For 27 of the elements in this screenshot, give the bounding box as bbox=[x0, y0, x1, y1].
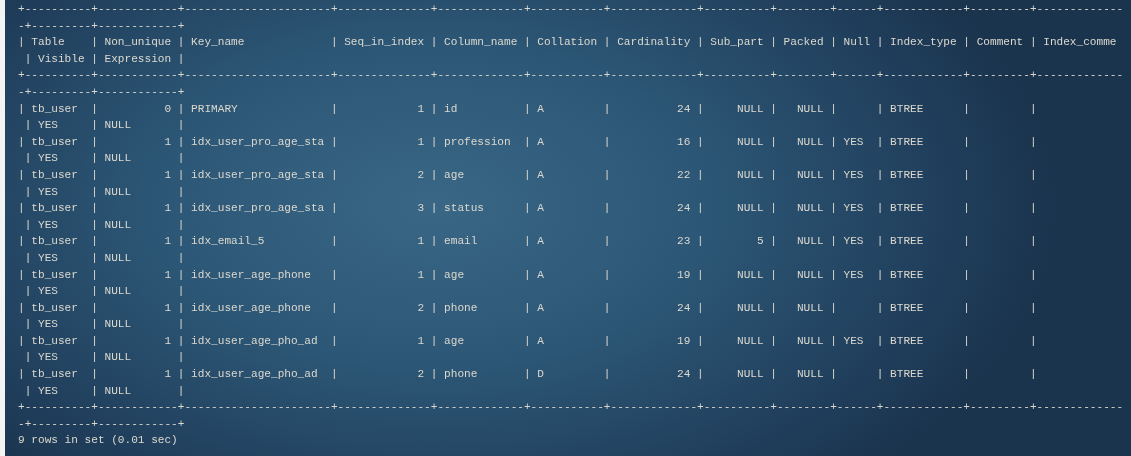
terminal-line: | YES | NULL | bbox=[23, 284, 185, 300]
terminal-line: | YES | NULL | bbox=[23, 350, 185, 366]
terminal-line: | YES | NULL | bbox=[23, 217, 185, 233]
terminal-line: | tb_user | 1 | idx_user_pro_age_sta | 3 | status | A | 24 | NULL | NULL | YES | BTREE | | bbox=[18, 201, 1037, 217]
terminal-line: | YES | NULL | bbox=[23, 250, 185, 266]
terminal-line: -+---------+------------+ bbox=[18, 84, 185, 100]
terminal-line: | tb_user | 1 | idx_user_age_pho_ad | 1 | age | A | 19 | NULL | NULL | YES | BTREE | | bbox=[18, 333, 1037, 349]
terminal-line: | Table | Non_unique | Key_name | Seq_in_index | Column_name | Collation | Cardinality | Sub_part | Packed | Null | Index_type | Comment | Index_comme bbox=[18, 35, 1117, 51]
terminal-line: | tb_user | 1 | idx_user_pro_age_sta | 1 | profession | A | 16 | NULL | NULL | YES | BTREE | | bbox=[18, 134, 1037, 150]
terminal-line: | Visible | Expression | bbox=[23, 51, 185, 67]
terminal-line: | YES | NULL | bbox=[23, 118, 185, 134]
terminal-line: +----------+------------+----------------------+--------------+-------------+-----------+-------------+----------+--------+------+------------+---------+------------- bbox=[18, 68, 1124, 84]
terminal-line: | tb_user | 0 | PRIMARY | 1 | id | A | 24 | NULL | NULL | | BTREE | | bbox=[18, 101, 1037, 117]
terminal-line: | tb_user | 1 | idx_user_age_phone | 1 | age | A | 19 | NULL | NULL | YES | BTREE | | bbox=[18, 267, 1037, 283]
terminal-line: +----------+------------+----------------------+--------------+-------------+-----------+-------------+----------+--------+------+------------+---------+------------- bbox=[18, 400, 1124, 416]
terminal-line: | tb_user | 1 | idx_user_age_pho_ad | 2 | phone | D | 24 | NULL | NULL | | BTREE | | bbox=[18, 367, 1037, 383]
terminal-line: 9 rows in set (0.01 sec) bbox=[18, 433, 178, 449]
terminal-line: | tb_user | 1 | idx_email_5 | 1 | email | A | 23 | 5 | NULL | YES | BTREE | | bbox=[18, 234, 1037, 250]
terminal-line: | YES | NULL | bbox=[23, 383, 185, 399]
terminal-line: | YES | NULL | bbox=[23, 317, 185, 333]
terminal-line: | tb_user | 1 | idx_user_age_phone | 2 | phone | A | 24 | NULL | NULL | | BTREE | | bbox=[18, 300, 1037, 316]
terminal-line: -+---------+------------+ bbox=[18, 416, 185, 432]
terminal-line: +----------+------------+----------------------+--------------+-------------+-----------+-------------+----------+--------+------+------------+---------+------------- bbox=[18, 2, 1124, 17]
terminal-line: | tb_user | 1 | idx_user_pro_age_sta | 2 | age | A | 22 | NULL | NULL | YES | BTREE | | bbox=[18, 167, 1037, 183]
terminal-line: | YES | NULL | bbox=[23, 151, 185, 167]
terminal-line: | YES | NULL | bbox=[23, 184, 185, 200]
terminal-line: -+---------+------------+ bbox=[18, 18, 185, 34]
